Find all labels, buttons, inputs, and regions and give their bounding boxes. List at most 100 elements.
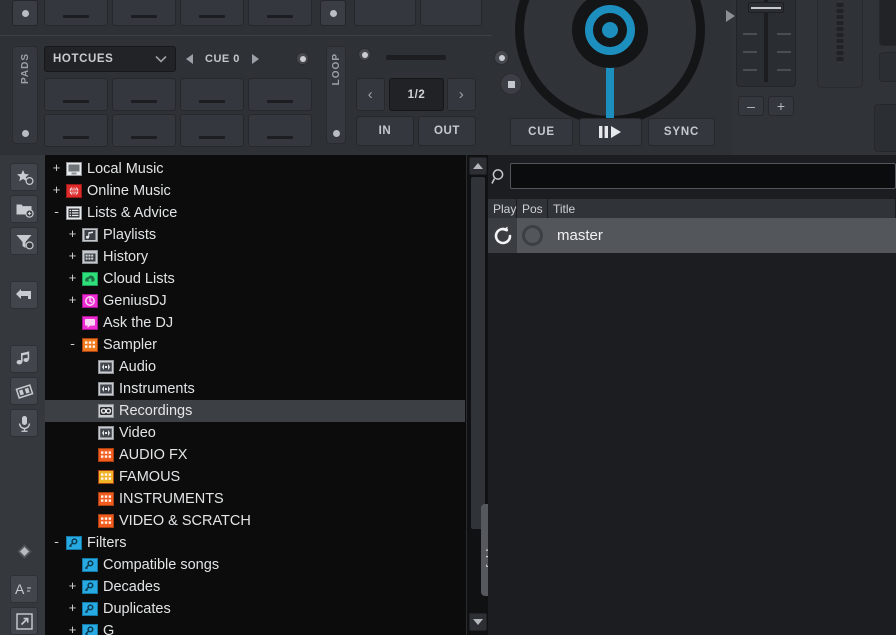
expand-icon[interactable]: +	[67, 620, 78, 635]
loop-label: LOOP	[330, 53, 342, 86]
loop-double-button[interactable]: ›	[447, 78, 476, 111]
collapse-icon[interactable]: -	[51, 202, 62, 224]
tree-item-history[interactable]: + History	[45, 246, 465, 268]
scroll-up-button[interactable]	[469, 157, 487, 175]
pads-rail[interactable]: PADS	[12, 46, 38, 144]
font-size-icon[interactable]: A	[10, 575, 38, 603]
collapse-icon[interactable]: -	[51, 532, 62, 554]
video-icon[interactable]	[10, 377, 38, 405]
loop-in-button[interactable]: IN	[356, 116, 414, 146]
search-input[interactable]	[511, 164, 895, 188]
expand-icon[interactable]: +	[67, 290, 78, 312]
tree-item-geniusdj[interactable]: + GeniusDJ	[45, 290, 465, 312]
deck-left-controls: PADS HOTCUES CUE 0 LOOP ‹ 1/2 › IN OUT	[0, 0, 492, 155]
expand-icon[interactable]: +	[67, 598, 78, 620]
mixer-panel-lower[interactable]	[874, 104, 896, 152]
tree-item-sampler[interactable]: - Sampler	[45, 334, 465, 356]
pad-1[interactable]	[44, 78, 108, 111]
pad-2[interactable]	[112, 78, 176, 111]
pad-upper-5[interactable]	[354, 0, 416, 26]
karaoke-icon[interactable]	[10, 409, 38, 437]
cue-next-icon[interactable]	[251, 54, 259, 64]
tree-item-playlists[interactable]: + Playlists	[45, 224, 465, 246]
popout-icon[interactable]	[10, 607, 38, 635]
jog-wheel[interactable]	[515, 0, 705, 126]
column-header-play[interactable]: Play	[488, 199, 517, 218]
loop-length-bar[interactable]	[386, 55, 446, 60]
mixer-panel-mid[interactable]	[879, 52, 896, 82]
loop-knob[interactable]	[358, 48, 371, 61]
column-header-pos[interactable]: Pos	[517, 199, 548, 218]
pitch-fader[interactable]	[736, 0, 796, 87]
expand-icon[interactable]: +	[67, 224, 78, 246]
pad-mode-select[interactable]: HOTCUES	[44, 46, 176, 72]
back-icon[interactable]	[10, 281, 38, 309]
tree-item-filters[interactable]: - Filters	[45, 532, 465, 554]
pad-upper-6[interactable]	[420, 0, 482, 26]
pad-8[interactable]	[248, 114, 312, 147]
pad-upper-1[interactable]	[44, 0, 108, 26]
cell-play[interactable]	[488, 218, 517, 253]
pad-6[interactable]	[112, 114, 176, 147]
mixer-panel-upper[interactable]	[879, 0, 896, 46]
loop-rail[interactable]: LOOP	[326, 46, 346, 144]
tree-item-decades[interactable]: + Decades	[45, 576, 465, 598]
search-field[interactable]	[510, 163, 896, 189]
scrollbar-thumb[interactable]	[471, 177, 485, 529]
pad-4[interactable]	[248, 78, 312, 111]
audio-icon[interactable]	[10, 345, 38, 373]
pad-upper-3[interactable]	[180, 0, 244, 26]
column-header-title[interactable]: Title	[548, 199, 896, 218]
loop-bank-toggle-upper[interactable]	[320, 0, 346, 26]
tree-item-label: Lists & Advice	[87, 205, 178, 221]
expand-icon[interactable]: +	[67, 268, 78, 290]
loop-halve-button[interactable]: ‹	[356, 78, 385, 111]
settings-icon[interactable]	[10, 537, 38, 565]
tree-item-g[interactable]: + G	[45, 620, 465, 635]
expand-icon[interactable]: +	[67, 576, 78, 598]
deck-small-knob[interactable]	[494, 50, 509, 65]
play-pause-button[interactable]	[579, 118, 642, 146]
loop-size-display[interactable]: 1/2	[389, 78, 444, 111]
pad-upper-2[interactable]	[112, 0, 176, 26]
tree-item-online-music[interactable]: + Online Music	[45, 180, 465, 202]
pad-bank-toggle-upper[interactable]	[12, 0, 38, 26]
tree-item-audio-fx[interactable]: AUDIO FX	[45, 444, 465, 466]
folder-add-icon[interactable]	[10, 195, 38, 223]
scroll-down-button[interactable]	[469, 613, 487, 631]
tree-item-famous[interactable]: FAMOUS	[45, 466, 465, 488]
filter-icon[interactable]	[10, 227, 38, 255]
stop-button[interactable]	[500, 73, 522, 95]
cue-knob[interactable]	[296, 52, 309, 65]
tree-item-duplicates[interactable]: + Duplicates	[45, 598, 465, 620]
tree-item-cloud-lists[interactable]: + Cloud Lists	[45, 268, 465, 290]
tree-item-local-music[interactable]: + Local Music	[45, 158, 465, 180]
cue-prev-icon[interactable]	[186, 54, 193, 64]
tree-item-audio[interactable]: Audio	[45, 356, 465, 378]
tree-item-compatible-songs[interactable]: Compatible songs	[45, 554, 465, 576]
pitch-fader-handle[interactable]	[748, 2, 784, 13]
pitch-minus-button[interactable]: –	[738, 96, 764, 116]
pad-5[interactable]	[44, 114, 108, 147]
library-tree[interactable]: + Local Music + Online Music - Lists & Advice…	[45, 158, 465, 635]
tree-item-recordings[interactable]: Recordings	[45, 400, 465, 422]
expand-icon[interactable]: +	[51, 158, 62, 180]
tree-item-video[interactable]: Video	[45, 422, 465, 444]
loop-out-button[interactable]: OUT	[418, 116, 476, 146]
tree-item-instruments[interactable]: Instruments	[45, 378, 465, 400]
cue-button[interactable]: CUE	[510, 118, 573, 146]
expand-icon[interactable]: +	[51, 180, 62, 202]
pitch-plus-button[interactable]: +	[768, 96, 794, 116]
tree-item-video-scratch[interactable]: VIDEO & SCRATCH	[45, 510, 465, 532]
pad-upper-4[interactable]	[248, 0, 312, 26]
collapse-icon[interactable]: -	[67, 334, 78, 356]
sync-button[interactable]: SYNC	[648, 118, 715, 146]
tree-item-instruments[interactable]: INSTRUMENTS	[45, 488, 465, 510]
pad-7[interactable]	[180, 114, 244, 147]
pad-3[interactable]	[180, 78, 244, 111]
expand-icon[interactable]: +	[67, 246, 78, 268]
favorites-icon[interactable]	[10, 163, 38, 191]
tree-item-ask-the-dj[interactable]: Ask the DJ	[45, 312, 465, 334]
tree-item-lists-advice[interactable]: - Lists & Advice	[45, 202, 465, 224]
table-row[interactable]: master	[488, 218, 896, 253]
